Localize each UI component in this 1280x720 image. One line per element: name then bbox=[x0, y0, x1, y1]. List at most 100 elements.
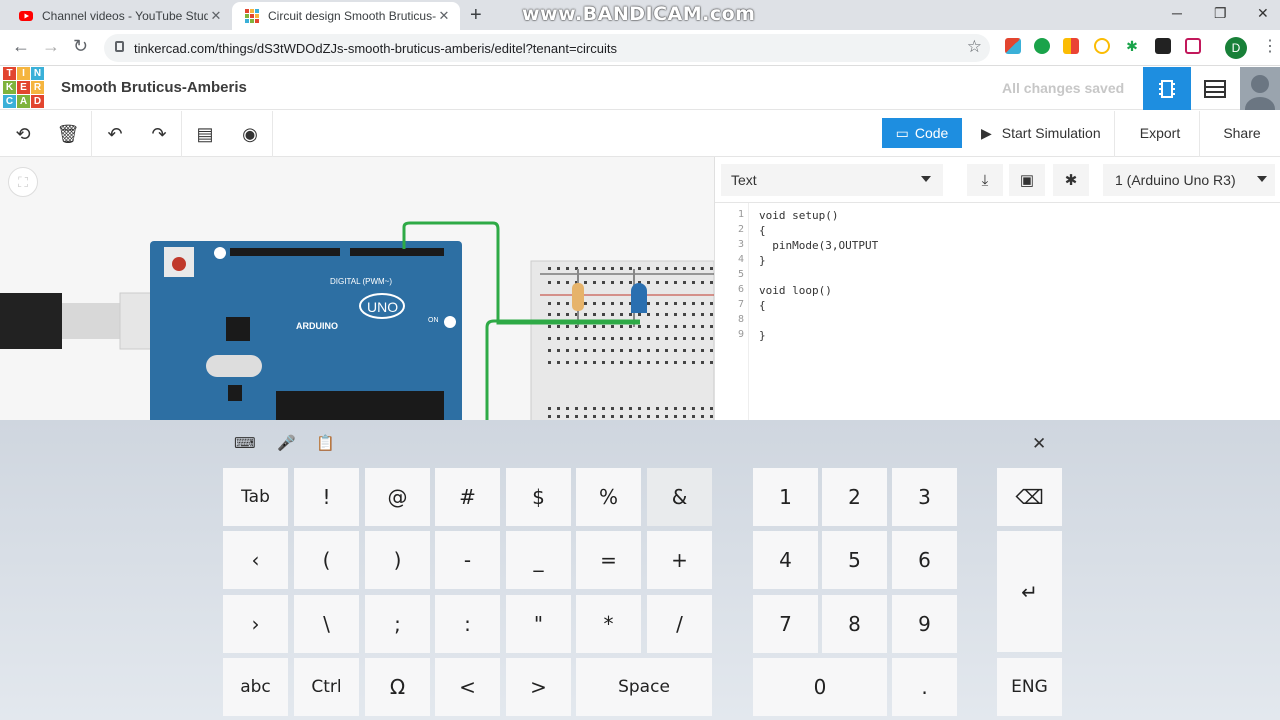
numkey-r0c1[interactable]: 2 bbox=[822, 468, 887, 526]
key-r0c1[interactable]: ! bbox=[294, 468, 359, 526]
circuit-canvas[interactable]: ⛶ DIGITAL (PWM~) ARDUINO UNO ON bbox=[0, 157, 714, 420]
extension-check-icon[interactable] bbox=[1034, 38, 1050, 54]
numkey-r1c0[interactable]: 4 bbox=[753, 531, 818, 589]
backspace-key[interactable]: ⌫ bbox=[997, 468, 1062, 526]
key-r2c4[interactable]: " bbox=[506, 595, 571, 653]
numkey-r1c1[interactable]: 5 bbox=[822, 531, 887, 589]
breadboard-hole bbox=[638, 313, 641, 316]
minimize-icon[interactable]: ─ bbox=[1172, 5, 1182, 21]
bookmark-star-icon[interactable]: ☆ bbox=[967, 37, 982, 57]
back-icon[interactable]: ← bbox=[12, 36, 30, 57]
extension-icon[interactable] bbox=[1005, 38, 1021, 54]
breadboard-hole bbox=[548, 415, 551, 418]
key-r1c0[interactable]: ‹ bbox=[223, 531, 288, 589]
close-tab-icon[interactable]: ✕ bbox=[208, 8, 224, 24]
extension-icon[interactable] bbox=[1155, 38, 1171, 54]
library-icon[interactable]: ▣ bbox=[1009, 164, 1045, 196]
extension-icon[interactable] bbox=[1185, 38, 1201, 54]
breadboard-hole bbox=[710, 349, 713, 352]
component-list-button[interactable] bbox=[1191, 67, 1239, 110]
tinkercad-logo[interactable]: TIN KER CAD bbox=[3, 67, 44, 110]
key-r3c0[interactable]: abc bbox=[223, 658, 288, 716]
numkey-r1c2[interactable]: 6 bbox=[892, 531, 957, 589]
share-button[interactable]: Share bbox=[1212, 118, 1272, 148]
forward-icon[interactable]: → bbox=[42, 36, 60, 57]
key-r0c0[interactable]: Tab bbox=[223, 468, 288, 526]
code-mode-select[interactable]: Text bbox=[721, 164, 943, 196]
export-button[interactable]: Export bbox=[1124, 118, 1196, 148]
download-code-icon[interactable]: ⤓ bbox=[967, 164, 1003, 196]
key-r1c5[interactable]: = bbox=[576, 531, 641, 589]
key-r1c4[interactable]: _ bbox=[506, 531, 571, 589]
numkey-r3c1[interactable]: . bbox=[892, 658, 957, 716]
lock-icon bbox=[115, 41, 124, 52]
breadboard-hole bbox=[647, 407, 650, 410]
extension-icon[interactable] bbox=[1063, 38, 1079, 54]
close-window-icon[interactable]: ✕ bbox=[1257, 5, 1269, 22]
tab-circuit-design[interactable]: Circuit design Smooth Bruticus-A ✕ bbox=[232, 2, 460, 30]
microphone-icon[interactable]: 🎤 bbox=[277, 434, 296, 452]
redo-icon[interactable]: ↷ bbox=[144, 121, 174, 147]
extension-icon[interactable] bbox=[1094, 38, 1110, 54]
device-select[interactable]: 1 (Arduino Uno R3) bbox=[1103, 164, 1275, 196]
numkey-r0c2[interactable]: 3 bbox=[892, 468, 957, 526]
digital-label: DIGITAL (PWM~) bbox=[330, 277, 392, 286]
profile-avatar[interactable]: D bbox=[1225, 37, 1247, 59]
key-r2c3[interactable]: : bbox=[435, 595, 500, 653]
key-r0c6[interactable]: & bbox=[647, 468, 712, 526]
user-avatar[interactable] bbox=[1240, 67, 1280, 121]
numkey-r3c0[interactable]: 0 bbox=[753, 658, 887, 716]
key-r3c1[interactable]: Ctrl bbox=[294, 658, 359, 716]
keyboard-settings-icon[interactable]: ⌨ bbox=[234, 434, 256, 452]
browser-tab-strip: Channel videos - YouTube Studio ✕ Circui… bbox=[0, 0, 1280, 30]
reload-icon[interactable]: ↻ bbox=[73, 36, 88, 57]
new-tab-icon[interactable]: + bbox=[470, 4, 482, 27]
key-r3c5[interactable]: Space bbox=[576, 658, 712, 716]
close-tab-icon[interactable]: ✕ bbox=[436, 8, 452, 24]
debugger-icon[interactable]: ✱ bbox=[1053, 164, 1089, 196]
browser-menu-icon[interactable]: ⋮ bbox=[1262, 36, 1278, 56]
start-simulation-button[interactable]: ▶ Start Simulation bbox=[969, 118, 1111, 148]
url-field[interactable]: tinkercad.com/things/dS3tWDOdZJs-smooth-… bbox=[104, 34, 990, 62]
undo-icon[interactable]: ↶ bbox=[100, 121, 130, 147]
key-r2c1[interactable]: \ bbox=[294, 595, 359, 653]
key-r2c0[interactable]: › bbox=[223, 595, 288, 653]
key-r0c5[interactable]: % bbox=[576, 468, 641, 526]
language-key[interactable]: ENG bbox=[997, 658, 1062, 716]
key-r0c2[interactable]: @ bbox=[365, 468, 430, 526]
led bbox=[631, 283, 647, 313]
key-r0c4[interactable]: $ bbox=[506, 468, 571, 526]
numkey-r0c0[interactable]: 1 bbox=[753, 468, 818, 526]
logo-letter: N bbox=[31, 67, 44, 80]
enter-key[interactable]: ↵ bbox=[997, 531, 1062, 652]
tab-youtube-studio[interactable]: Channel videos - YouTube Studio ✕ bbox=[6, 2, 232, 30]
breadboard-hole bbox=[701, 349, 704, 352]
key-r3c4[interactable]: > bbox=[506, 658, 571, 716]
circuit-view-button[interactable] bbox=[1143, 67, 1191, 110]
key-r1c2[interactable]: ) bbox=[365, 531, 430, 589]
project-name[interactable]: Smooth Bruticus-Amberis bbox=[61, 79, 247, 96]
restore-icon[interactable]: ❐ bbox=[1214, 5, 1227, 22]
line-number: 4 bbox=[737, 254, 744, 265]
key-r1c3[interactable]: - bbox=[435, 531, 500, 589]
key-r1c6[interactable]: + bbox=[647, 531, 712, 589]
code-button[interactable]: ▭ Code bbox=[882, 118, 962, 148]
key-r0c3[interactable]: # bbox=[435, 468, 500, 526]
clipboard-icon[interactable]: 📋 bbox=[316, 434, 335, 452]
numkey-r2c1[interactable]: 8 bbox=[822, 595, 887, 653]
key-r2c2[interactable]: ; bbox=[365, 595, 430, 653]
numkey-r2c2[interactable]: 9 bbox=[892, 595, 957, 653]
key-r2c6[interactable]: / bbox=[647, 595, 712, 653]
numkey-r2c0[interactable]: 7 bbox=[753, 595, 818, 653]
notes-icon[interactable]: ▤ bbox=[190, 121, 220, 147]
delete-icon[interactable]: 🗑 bbox=[53, 121, 83, 147]
close-keyboard-icon[interactable]: ✕ bbox=[1032, 434, 1046, 454]
key-r3c2[interactable]: Ω bbox=[365, 658, 430, 716]
extension-icon[interactable]: ✱ bbox=[1124, 38, 1140, 54]
visibility-icon[interactable]: ◉ bbox=[235, 121, 265, 147]
logo-letter: D bbox=[31, 95, 44, 108]
key-r2c5[interactable]: * bbox=[576, 595, 641, 653]
key-r1c1[interactable]: ( bbox=[294, 531, 359, 589]
rotate-icon[interactable]: ⟲ bbox=[8, 121, 38, 147]
key-r3c3[interactable]: < bbox=[435, 658, 500, 716]
